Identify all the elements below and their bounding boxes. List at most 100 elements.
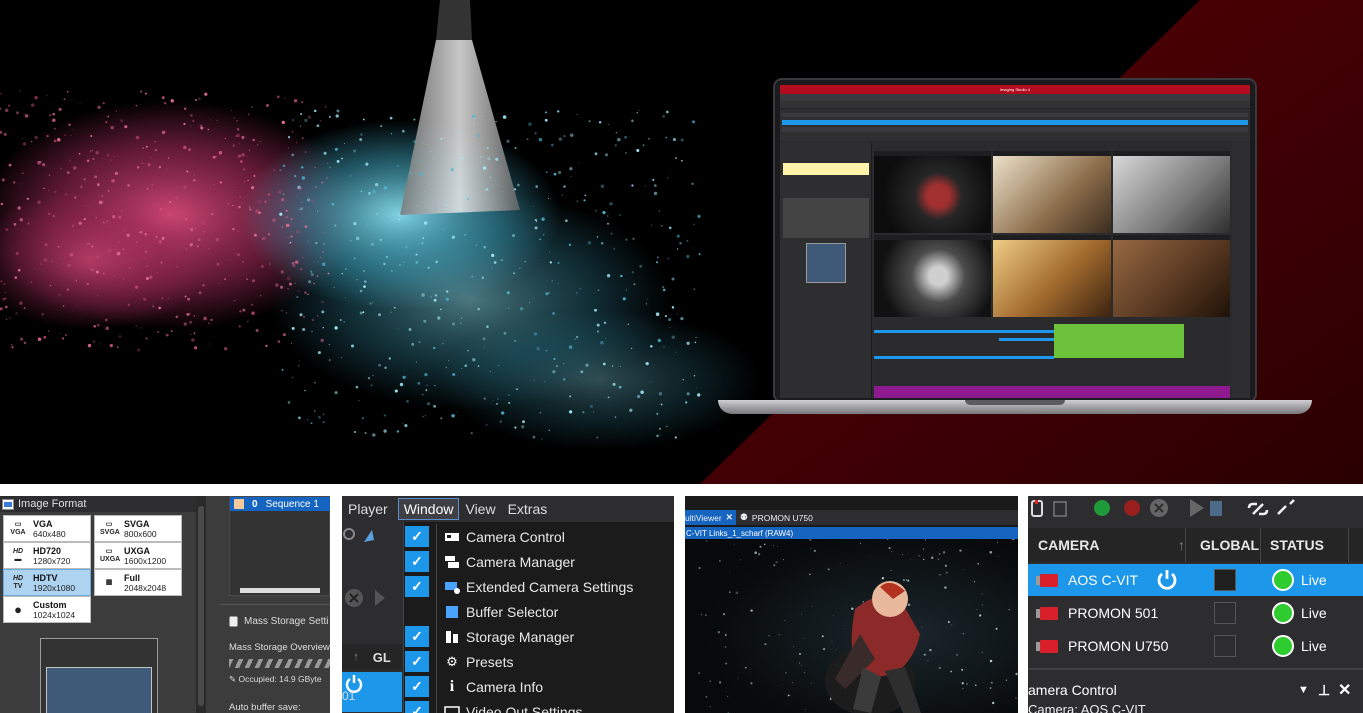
hero-banner: Imaging Studio 4 xyxy=(0,0,1363,484)
laptop: Imaging Studio 4 xyxy=(718,78,1312,418)
menu-item-label: Camera Manager xyxy=(466,553,575,570)
format-option-hd720[interactable]: HD ▬ HD720 1280x720 xyxy=(3,542,91,569)
divider xyxy=(219,604,330,605)
global-checkbox[interactable] xyxy=(1214,635,1236,657)
column-status[interactable]: STATUS xyxy=(1270,537,1324,553)
menu-item-camera-manager[interactable]: ✓ Camera Manager xyxy=(404,549,674,574)
sort-arrow-icon[interactable]: ↑ xyxy=(1178,537,1185,553)
screen-camera-manager xyxy=(780,109,1250,141)
background-toolbar-icons xyxy=(343,528,385,607)
buffer-selector-icon xyxy=(443,604,461,620)
mass-storage-panel: 0 Sequence 1 Mass Storage Setti Mass Sto… xyxy=(219,496,330,713)
menu-bar: Player Window View Extras xyxy=(342,496,674,522)
camera-row-promon-u750[interactable]: PROMON U750 Live xyxy=(1028,630,1363,662)
close-icon[interactable]: ✕ xyxy=(1338,680,1351,700)
uxga-icon: ▭ UXGA xyxy=(100,547,121,563)
column-global[interactable]: GLOBAL xyxy=(1200,537,1259,553)
page: Imaging Studio 4 Image Format ▭ VGA VGA … xyxy=(0,0,1363,713)
save-icon[interactable] xyxy=(1053,501,1067,517)
sequence-scrollbar[interactable] xyxy=(240,588,320,593)
format-option-svga[interactable]: ▭ SVGA SVGA 800x600 xyxy=(94,515,182,542)
unlink-icon[interactable] xyxy=(1277,499,1295,515)
global-checkbox[interactable] xyxy=(1214,569,1236,591)
camera-icon xyxy=(1036,573,1058,587)
format-option-vga[interactable]: ▭ VGA VGA 640x480 xyxy=(3,515,91,542)
crash-test-image xyxy=(685,539,1018,713)
menu-item-video-out-settings[interactable]: ✓ Video Out Settings xyxy=(404,699,674,713)
window-dropdown: ✓ Camera Control ✓ Camera Manager ✓ Exte… xyxy=(403,522,674,713)
menu-player[interactable]: Player xyxy=(342,501,394,517)
screen-timeline xyxy=(874,320,1230,386)
column-camera[interactable]: CAMERA xyxy=(1038,537,1099,553)
person-icon: ● xyxy=(14,601,22,617)
camera-row-aos-c-vit[interactable]: AOS C-VIT Live xyxy=(1028,564,1363,596)
menu-window[interactable]: Window xyxy=(397,498,460,520)
tab-multiviewer[interactable]: ultiViewer ✕ xyxy=(685,510,736,525)
live-status-icon xyxy=(1272,602,1294,624)
stop-icon[interactable] xyxy=(1124,500,1140,516)
power-icon[interactable] xyxy=(1156,569,1178,591)
image-format-header: Image Format xyxy=(0,496,196,512)
info-icon: i xyxy=(449,677,455,695)
extended-settings-icon xyxy=(443,579,461,595)
menu-item-label: Camera Info xyxy=(466,678,544,695)
image-format-icon xyxy=(2,498,14,510)
screen-cam-header xyxy=(782,113,1248,117)
background-row-text: 01 xyxy=(342,689,356,703)
screen-view-3 xyxy=(1112,151,1230,233)
start-icon[interactable] xyxy=(1094,500,1110,516)
camera-table-header: CAMERA ↑ GLOBAL STATUS xyxy=(1028,528,1363,562)
format-resolution: 1600x1200 xyxy=(124,555,167,566)
format-option-uxga[interactable]: ▭ UXGA UXGA 1600x1200 xyxy=(94,542,182,569)
sequence-row[interactable]: 0 Sequence 1 xyxy=(230,497,330,511)
check-icon: ✓ xyxy=(405,526,429,547)
format-scrollbar[interactable] xyxy=(196,496,206,713)
screen-cam-row xyxy=(782,127,1248,132)
status-text: Live xyxy=(1301,572,1327,588)
link-icon[interactable] xyxy=(1247,502,1269,516)
format-preview xyxy=(40,638,158,713)
scrollbar-thumb[interactable] xyxy=(198,506,204,706)
check-icon: ✓ xyxy=(405,701,429,713)
menu-view[interactable]: View xyxy=(459,501,501,517)
image-format-title: Image Format xyxy=(18,498,87,510)
camera-group-icon: ⚉ xyxy=(739,512,748,522)
export-icon[interactable] xyxy=(1210,501,1222,516)
play-icon[interactable] xyxy=(1190,499,1204,517)
camera-manager-icon xyxy=(443,554,461,570)
dropdown-icon[interactable]: ▼ xyxy=(1298,684,1309,696)
format-option-custom[interactable]: ● Custom 1024x1024 xyxy=(3,596,91,623)
screen-right-panel xyxy=(1232,143,1250,398)
camera-name: AOS C-VIT xyxy=(1068,572,1139,588)
camera-row-promon-501[interactable]: PROMON 501 Live xyxy=(1028,597,1363,629)
tab-promon-u750[interactable]: ⚉ PROMON U750 xyxy=(740,512,813,523)
check-icon: ✓ xyxy=(405,626,429,647)
menu-extras[interactable]: Extras xyxy=(502,501,554,517)
screen-multiviewer-grid xyxy=(874,151,1230,317)
menu-item-presets[interactable]: ✓ ⚙ Presets xyxy=(404,649,674,674)
pin-icon[interactable]: ⊥ xyxy=(1318,682,1330,699)
viewer-title-bar: C-VIT Links_1_scharf (RAW4) xyxy=(685,527,1018,539)
format-name: SVGA xyxy=(124,518,150,529)
menu-item-label: Buffer Selector xyxy=(466,603,559,620)
menu-item-storage-manager[interactable]: ✓ Storage Manager xyxy=(404,624,674,649)
format-option-hdtv[interactable]: HD TV HDTV 1920x1080 xyxy=(3,569,91,596)
screen-view-6 xyxy=(1112,235,1230,317)
global-checkbox[interactable] xyxy=(1214,602,1236,624)
format-option-full[interactable]: ▦ Full 2048x2048 xyxy=(94,569,182,596)
camera-control-icon xyxy=(443,529,461,545)
format-name: HD720 xyxy=(33,545,62,556)
camera-manager-panel: CAMERA ↑ GLOBAL STATUS AOS C-VIT Live PR… xyxy=(1028,496,1363,713)
close-icon[interactable]: ✕ xyxy=(726,512,733,523)
occupied-row: ✎ Occupied: 14.9 GByte xyxy=(229,674,322,685)
menu-item-label: Camera Control xyxy=(466,528,565,545)
menu-item-camera-control[interactable]: ✓ Camera Control xyxy=(404,524,674,549)
laptop-notch xyxy=(965,400,1065,405)
menu-item-camera-info[interactable]: ✓ i Camera Info xyxy=(404,674,674,699)
vga-icon: ▭ VGA xyxy=(10,520,26,536)
menu-item-buffer-selector[interactable]: Buffer Selector xyxy=(404,599,674,624)
menu-item-extended-camera-settings[interactable]: ✓ Extended Camera Settings xyxy=(404,574,674,599)
hdtv-icon: HD TV xyxy=(12,574,24,590)
screen-warning xyxy=(783,163,869,175)
live-status-icon xyxy=(1272,569,1294,591)
